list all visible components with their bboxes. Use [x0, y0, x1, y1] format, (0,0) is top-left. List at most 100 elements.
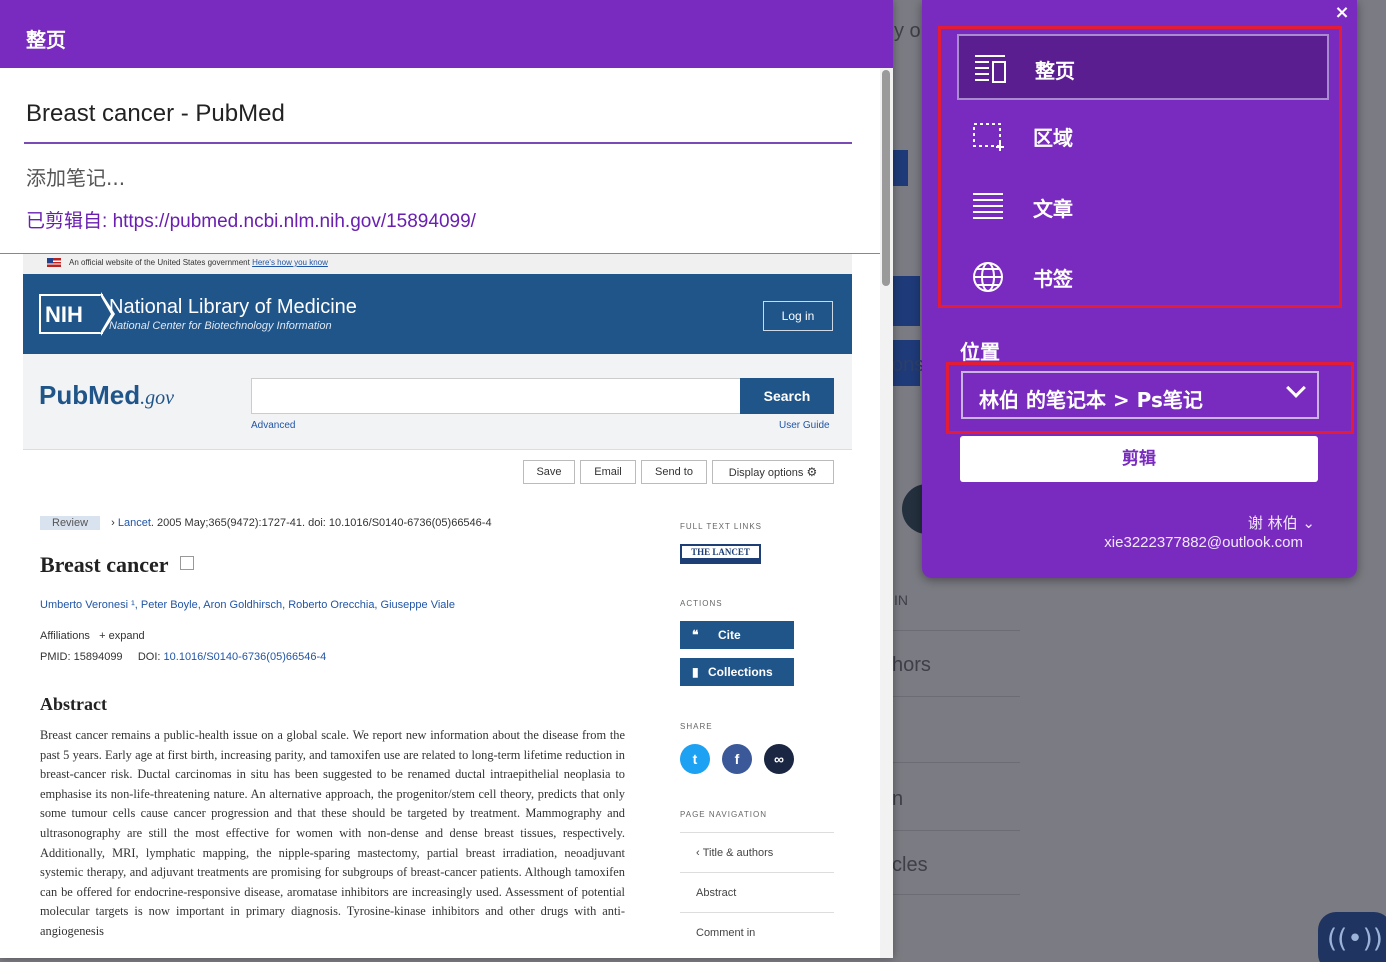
- expand-link[interactable]: + expand: [99, 630, 145, 642]
- journal-link[interactable]: Lancet: [118, 517, 151, 529]
- pmid: PMID: 15894099: [40, 651, 123, 663]
- add-note-field[interactable]: 添加笔记...: [26, 162, 125, 191]
- save-button[interactable]: Save: [523, 460, 575, 484]
- chevron-right-icon: ›: [111, 517, 115, 529]
- background-divider: [890, 696, 1020, 697]
- chevron-down-icon: [1286, 378, 1306, 398]
- collections-button[interactable]: ▮ Collections: [680, 658, 794, 686]
- lancet-logo-link[interactable]: THE LANCET: [680, 544, 761, 564]
- scrollbar-thumb[interactable]: [882, 70, 890, 286]
- doi-link[interactable]: 10.1016/S0140-6736(05)66546-4: [164, 651, 327, 663]
- citation-line: Review › Lancet. 2005 May;365(9472):1727…: [40, 516, 492, 530]
- logo-gov: .gov: [140, 387, 174, 409]
- affiliations: Affiliations + expand: [40, 630, 145, 642]
- search-button[interactable]: Search: [740, 378, 834, 414]
- doi-label: DOI:: [137, 651, 161, 663]
- pubmed-page-preview: An official website of the United States…: [0, 254, 880, 958]
- source-prefix: 已剪辑自:: [26, 211, 108, 232]
- facebook-icon[interactable]: f: [722, 744, 752, 774]
- nav-comment-in[interactable]: Comment in: [680, 912, 834, 952]
- cite-button[interactable]: ❝ Cite: [680, 621, 794, 649]
- clipper-popup: × 整页 区域 文章 书签 位置 林伯 的笔记本 > Ps笔记 剪辑 谢 林伯 …: [922, 0, 1357, 578]
- nav-abstract[interactable]: Abstract: [680, 872, 834, 912]
- chevron-left-icon: ‹: [696, 847, 703, 859]
- page-navigation-label: PAGE NAVIGATION: [680, 810, 768, 819]
- bookmark-globe-icon: [973, 262, 1003, 292]
- nav-title-authors[interactable]: ‹ Title & authors: [680, 832, 834, 872]
- clip-source: 已剪辑自: https://pubmed.ncbi.nlm.nih.gov/15…: [26, 206, 476, 233]
- article-icon: [973, 193, 1003, 219]
- gov-banner-link[interactable]: Here's how you know: [252, 258, 328, 267]
- advanced-link[interactable]: Advanced: [251, 420, 295, 431]
- scrollbar[interactable]: [880, 68, 893, 958]
- user-account-menu[interactable]: 谢 林伯 ⌄: [1248, 512, 1315, 533]
- background-text: n: [892, 788, 904, 810]
- lancet-logo-bar: [682, 558, 759, 564]
- background-text: hors: [892, 654, 931, 676]
- actions-label: ACTIONS: [680, 599, 723, 608]
- mode-label: 文章: [1033, 197, 1073, 221]
- collections-label: Collections: [708, 665, 773, 679]
- clipper-header-title: 整页: [0, 0, 893, 68]
- share-label: SHARE: [680, 722, 713, 731]
- pubmed-logo: PubMed.gov: [39, 380, 174, 411]
- affiliations-label: Affiliations: [40, 630, 90, 642]
- search-input[interactable]: [251, 378, 741, 414]
- background-text: IN: [894, 592, 908, 608]
- background-divider: [890, 630, 1020, 631]
- cite-label: Cite: [718, 628, 741, 642]
- email-button[interactable]: Email: [580, 460, 636, 484]
- title-underline: [24, 142, 852, 144]
- broadcast-icon[interactable]: ((•)): [1318, 912, 1386, 962]
- background-text: ons: [892, 354, 925, 376]
- article-title-text: Breast cancer: [40, 552, 169, 577]
- nlm-header: NIH National Library of Medicine Nationa…: [23, 274, 852, 354]
- logo-med: Med: [88, 380, 141, 410]
- nav-title-authors-label: Title & authors: [702, 847, 774, 859]
- notebook-select[interactable]: 林伯 的笔记本 > Ps笔记: [961, 371, 1319, 419]
- clip-button[interactable]: 剪辑: [960, 436, 1318, 482]
- lancet-logo-text: THE LANCET: [691, 547, 750, 557]
- mode-full-page[interactable]: 整页: [957, 34, 1329, 100]
- user-name: 谢 林伯: [1247, 514, 1298, 532]
- full-page-icon: [975, 55, 1006, 83]
- mode-label: 书签: [1033, 267, 1073, 291]
- mode-bookmark[interactable]: 书签: [957, 244, 1329, 310]
- clipper-preview-panel: 整页 Breast cancer - PubMed 添加笔记... 已剪辑自: …: [0, 0, 893, 958]
- gear-icon: ⚙: [806, 465, 818, 479]
- mode-label: 整页: [1035, 59, 1075, 83]
- abstract-heading: Abstract: [40, 694, 107, 714]
- user-guide-link[interactable]: User Guide: [779, 420, 830, 431]
- nih-logo: NIH: [39, 294, 103, 334]
- send-to-button[interactable]: Send to: [641, 460, 707, 484]
- broken-image-icon: [179, 556, 194, 570]
- logo-pub: Pub: [39, 380, 89, 410]
- mode-label: 区域: [1033, 126, 1073, 150]
- background-divider: [890, 894, 1020, 895]
- article-title: Breast cancer: [40, 552, 194, 578]
- source-url-link[interactable]: https://pubmed.ncbi.nlm.nih.gov/15894099…: [113, 211, 476, 232]
- twitter-icon[interactable]: t: [680, 744, 710, 774]
- article-ids: PMID: 15894099 DOI: 10.1016/S0140-6736(0…: [40, 651, 326, 663]
- clip-metadata: Breast cancer - PubMed 添加笔记... 已剪辑自: htt…: [0, 68, 880, 254]
- authors-list[interactable]: Umberto Veronesi ¹, Peter Boyle, Aron Go…: [40, 599, 455, 611]
- clip-mode-group: 整页 区域 文章 书签: [938, 26, 1342, 308]
- background-divider: [890, 830, 1020, 831]
- display-options-button[interactable]: Display options ⚙: [712, 460, 834, 484]
- background-divider: [890, 762, 1020, 763]
- user-email: xie3222377882@outlook.com: [1104, 534, 1303, 551]
- close-icon[interactable]: ×: [1330, 0, 1354, 26]
- chevron-down-icon: ⌄: [1302, 514, 1315, 532]
- nlm-subtitle: National Center for Biotechnology Inform…: [109, 320, 332, 332]
- login-button[interactable]: Log in: [763, 301, 833, 331]
- gov-banner: An official website of the United States…: [23, 254, 852, 274]
- clip-title-field[interactable]: Breast cancer - PubMed: [26, 100, 285, 128]
- mode-region[interactable]: 区域: [957, 103, 1329, 169]
- background-text: cles: [892, 854, 928, 876]
- region-icon: [973, 123, 1004, 151]
- mode-article[interactable]: 文章: [957, 174, 1329, 240]
- abstract-text: Breast cancer remains a public-health is…: [40, 728, 625, 938]
- pubmed-search-area: PubMed.gov Search Advanced User Guide: [23, 354, 852, 450]
- review-badge: Review: [40, 516, 101, 530]
- link-icon[interactable]: ∞: [764, 744, 794, 774]
